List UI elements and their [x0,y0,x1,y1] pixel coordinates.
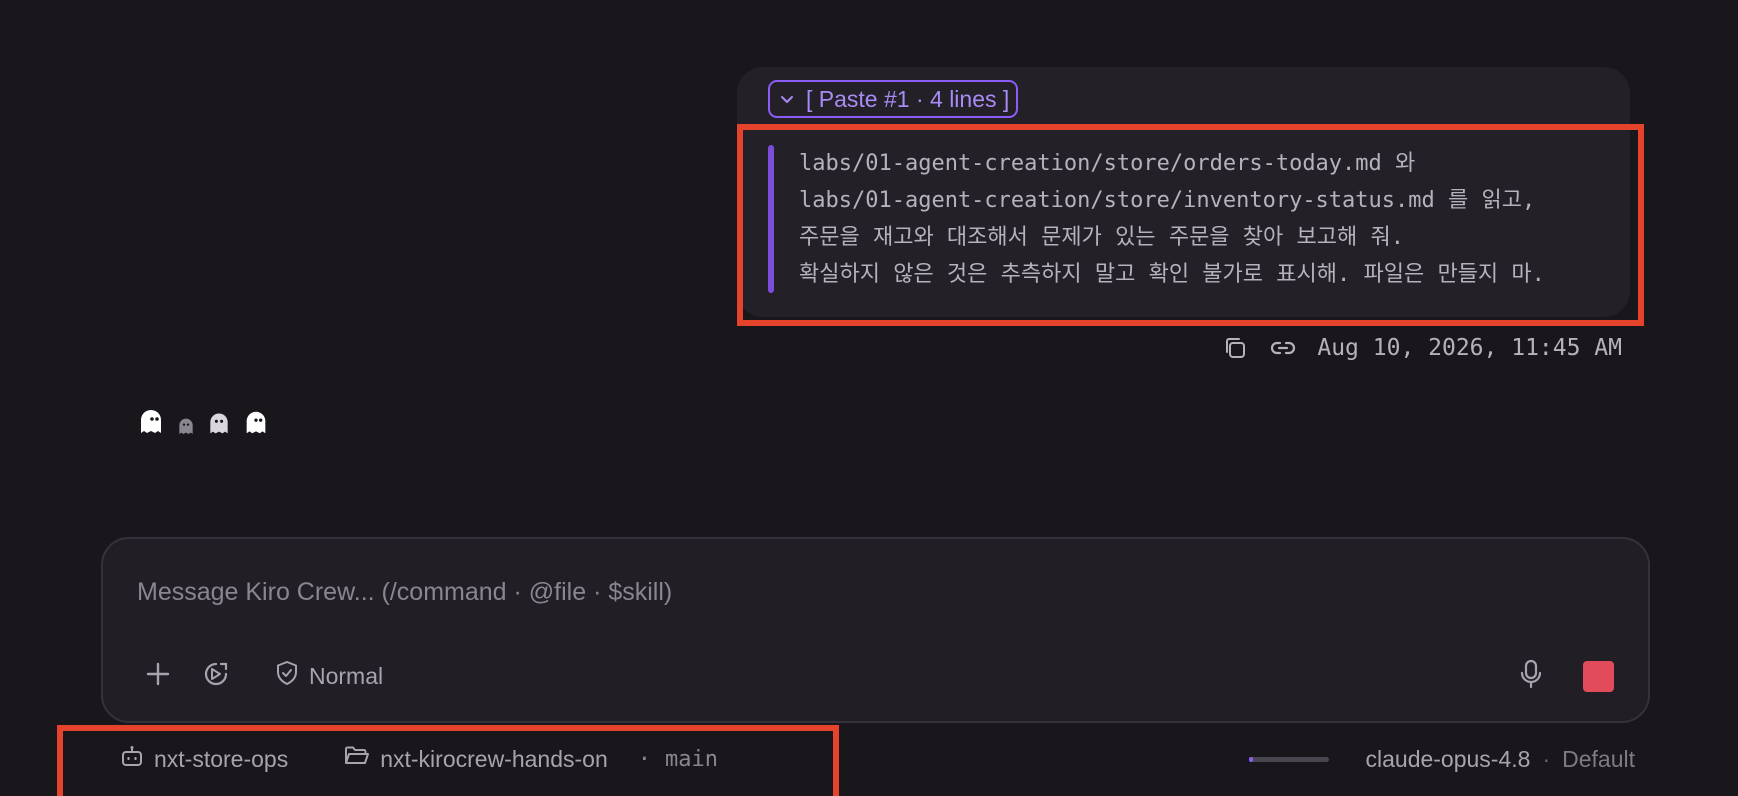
plus-icon [144,660,172,693]
tuning-button[interactable] [191,651,241,701]
annotation-highlight-status [57,725,839,796]
microphone-icon [1517,658,1545,695]
thinking-indicator [136,406,270,441]
model-separator: · [1542,745,1551,772]
ghost-icon [206,410,232,441]
stop-button[interactable] [1583,661,1614,692]
agent-mode[interactable]: Default [1562,746,1635,773]
message-input[interactable] [135,569,1599,615]
context-usage-bar [1248,756,1329,762]
shield-check-icon [275,660,299,692]
context-usage-fill [1248,756,1253,762]
ghost-icon [242,408,270,441]
model-selector[interactable]: claude-opus-4.8 [1366,746,1531,773]
chevron-down-icon [776,88,798,110]
message-meta-row: Aug 10, 2026, 11:45 AM [1221,330,1622,366]
tuning-icon [201,659,231,694]
ghost-icon [136,406,166,441]
mode-label: Normal [309,662,384,689]
annotation-highlight-message [737,124,1644,326]
paste-chip-label: [ Paste #1 · 4 lines ] [806,85,1010,112]
message-composer: Normal [101,537,1650,723]
ghost-icon [176,416,196,441]
mode-selector[interactable]: Normal [275,651,383,701]
status-bar-right: claude-opus-4.8 · Default [1248,742,1635,776]
link-icon[interactable] [1269,334,1297,362]
copy-icon[interactable] [1221,334,1249,362]
add-attachment-button[interactable] [133,651,183,701]
message-timestamp: Aug 10, 2026, 11:45 AM [1317,335,1622,361]
paste-toggle-chip[interactable]: [ Paste #1 · 4 lines ] [768,80,1018,118]
voice-input-button[interactable] [1506,651,1556,701]
